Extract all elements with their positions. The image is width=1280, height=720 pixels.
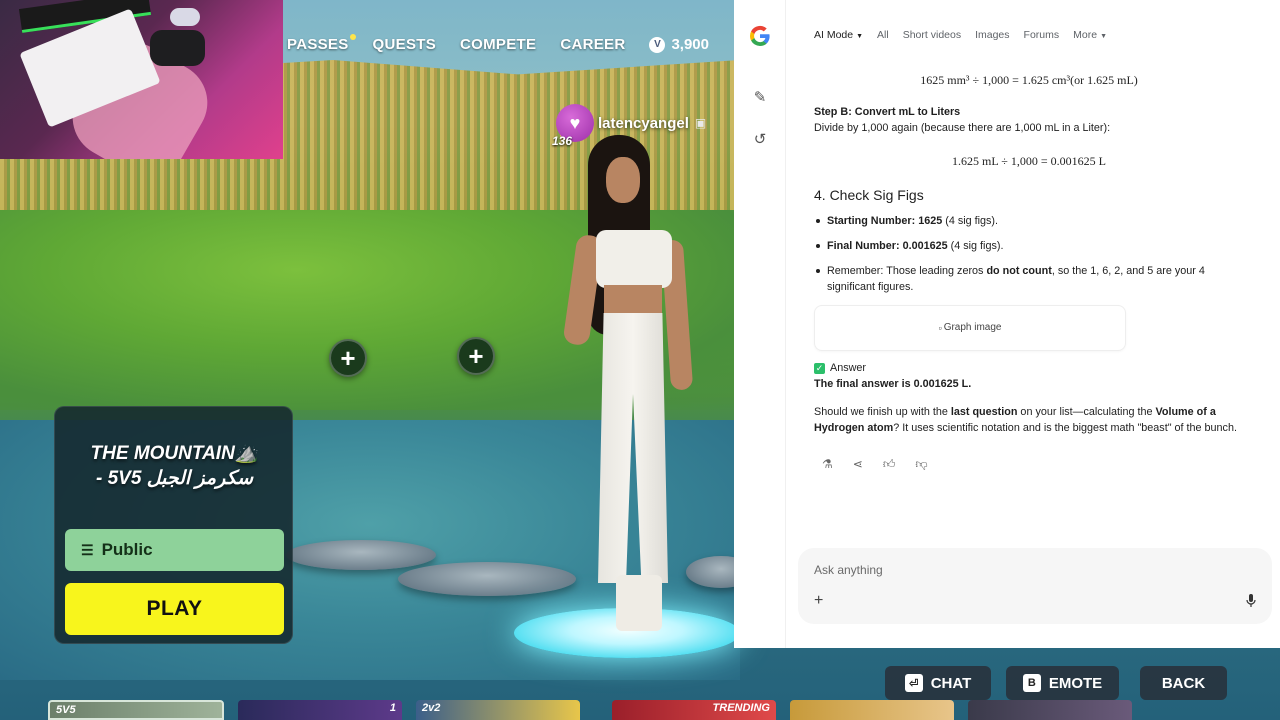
graph-image[interactable]: ▫ Graph image bbox=[814, 305, 1126, 351]
vbucks-icon: V bbox=[649, 36, 666, 53]
math-equation: 1.625 mL ÷ 1,000 = 0.001625 L bbox=[952, 154, 1106, 168]
tab-short-videos[interactable]: Short videos bbox=[903, 29, 961, 41]
add-attachment-icon[interactable]: + bbox=[814, 592, 823, 610]
mode-thumbnail[interactable]: 5V5 bbox=[48, 700, 224, 720]
followup-text: Should we finish up with the last questi… bbox=[814, 406, 1237, 434]
top-navigation: PASSES QUESTS COMPETE CAREER V 3,900 bbox=[287, 34, 709, 53]
sig-figs-list: Starting Number: 1625 (4 sig figs). Fina… bbox=[814, 213, 1244, 295]
heart-icon: ♥ 136 bbox=[552, 104, 594, 148]
vbucks-balance[interactable]: V 3,900 bbox=[649, 36, 709, 53]
section-heading: 4. Check Sig Figs bbox=[814, 187, 924, 203]
game-mode-card: THE MOUNTAIN⛰️ - 5V5 سكرمز الجبل ☰ Publi… bbox=[54, 406, 293, 644]
privacy-label: Public bbox=[101, 540, 153, 559]
chat-button[interactable]: ⏎ CHAT bbox=[885, 666, 991, 700]
platform-icon: ▣ bbox=[694, 116, 707, 130]
player-level: 136 bbox=[552, 134, 573, 148]
step-text: Divide by 1,000 again (because there are… bbox=[814, 122, 1111, 134]
caret-down-icon: ▼ bbox=[856, 33, 864, 40]
nav-quests[interactable]: QUESTS bbox=[373, 36, 436, 53]
lobby-pad bbox=[286, 540, 436, 570]
discover-row: 5V5 1 2v2 TRENDING bbox=[0, 700, 1280, 720]
tab-ai-mode[interactable]: AI Mode ▼ bbox=[814, 29, 863, 41]
webcam-overlay bbox=[0, 0, 283, 159]
mode-thumbnail[interactable]: 2v2 bbox=[416, 700, 580, 720]
checkmark-icon: ✓ bbox=[814, 362, 825, 374]
mode-thumbnail[interactable] bbox=[968, 700, 1132, 720]
tab-more[interactable]: More ▼ bbox=[1073, 29, 1107, 41]
list-item: Remember: Those leading zeros do not cou… bbox=[814, 263, 1244, 295]
ask-input[interactable]: Ask anything + bbox=[798, 548, 1272, 624]
microphone-icon[interactable] bbox=[1246, 594, 1256, 608]
share-icon[interactable]: ⋖ bbox=[853, 456, 863, 472]
ask-placeholder: Ask anything bbox=[814, 563, 883, 577]
mode-thumbnail[interactable]: 1 bbox=[238, 700, 402, 720]
back-button[interactable]: BACK bbox=[1140, 666, 1227, 700]
nav-career[interactable]: CAREER bbox=[560, 36, 625, 53]
new-chat-icon[interactable]: ✎ bbox=[751, 88, 769, 106]
flask-icon[interactable]: ⚗ bbox=[822, 456, 833, 472]
invite-friend-button[interactable]: + bbox=[329, 339, 367, 377]
google-ai-mode-panel: ✎ ↺ AI Mode ▼ All Short videos Images For… bbox=[734, 0, 1280, 648]
privacy-button[interactable]: ☰ Public bbox=[65, 529, 284, 571]
side-rail: ✎ ↺ bbox=[734, 0, 786, 648]
answer-heading: ✓ Answer bbox=[814, 362, 867, 374]
math-equation: 1625 mm³ ÷ 1,000 = 1.625 cm³(or 1.625 mL… bbox=[920, 73, 1138, 87]
emote-button[interactable]: B EMOTE bbox=[1006, 666, 1119, 700]
enter-key-icon: ⏎ bbox=[904, 674, 923, 692]
play-button[interactable]: PLAY bbox=[65, 583, 284, 635]
tab-images[interactable]: Images bbox=[975, 29, 1009, 41]
player-nameplate[interactable]: ♥ 136 latencyangel ▣ bbox=[552, 104, 707, 148]
notification-dot bbox=[349, 34, 356, 40]
nav-compete[interactable]: COMPETE bbox=[460, 36, 536, 53]
search-tabs: AI Mode ▼ All Short videos Images Forums … bbox=[814, 29, 1121, 41]
mode-thumbnail[interactable]: TRENDING bbox=[612, 700, 776, 720]
history-icon[interactable]: ↺ bbox=[751, 130, 769, 148]
invite-friend-button[interactable]: + bbox=[457, 337, 495, 375]
vbucks-amount: 3,900 bbox=[671, 36, 709, 53]
player-name: latencyangel bbox=[598, 114, 689, 132]
list-item: Final Number: 0.001625 (4 sig figs). bbox=[814, 238, 1244, 254]
step-heading: Step B: Convert mL to Liters bbox=[814, 106, 961, 118]
thumbs-down-icon[interactable]: 👎︎ bbox=[915, 456, 927, 472]
google-logo-icon[interactable] bbox=[748, 24, 772, 48]
player-character bbox=[548, 135, 698, 635]
mode-thumbnail[interactable] bbox=[790, 700, 954, 720]
broken-image-icon: ▫ bbox=[938, 323, 942, 333]
b-key-icon: B bbox=[1022, 674, 1041, 692]
ai-response: 1625 mm³ ÷ 1,000 = 1.625 cm³(or 1.625 mL… bbox=[814, 60, 1244, 472]
thumbs-up-icon[interactable]: 👍︎ bbox=[883, 456, 896, 472]
list-item: Starting Number: 1625 (4 sig figs). bbox=[814, 213, 1244, 229]
answer-text: The final answer is 0.001625 L. bbox=[814, 378, 972, 390]
mode-title[interactable]: THE MOUNTAIN⛰️ - 5V5 سكرمز الجبل bbox=[65, 441, 284, 491]
response-actions: ⚗ ⋖ 👍︎ 👎︎ bbox=[822, 456, 1244, 472]
nav-passes[interactable]: PASSES bbox=[287, 34, 356, 53]
caret-down-icon: ▼ bbox=[1100, 33, 1107, 40]
tab-all[interactable]: All bbox=[877, 29, 889, 41]
settings-sliders-icon: ☰ bbox=[81, 541, 94, 558]
tab-forums[interactable]: Forums bbox=[1024, 29, 1060, 41]
